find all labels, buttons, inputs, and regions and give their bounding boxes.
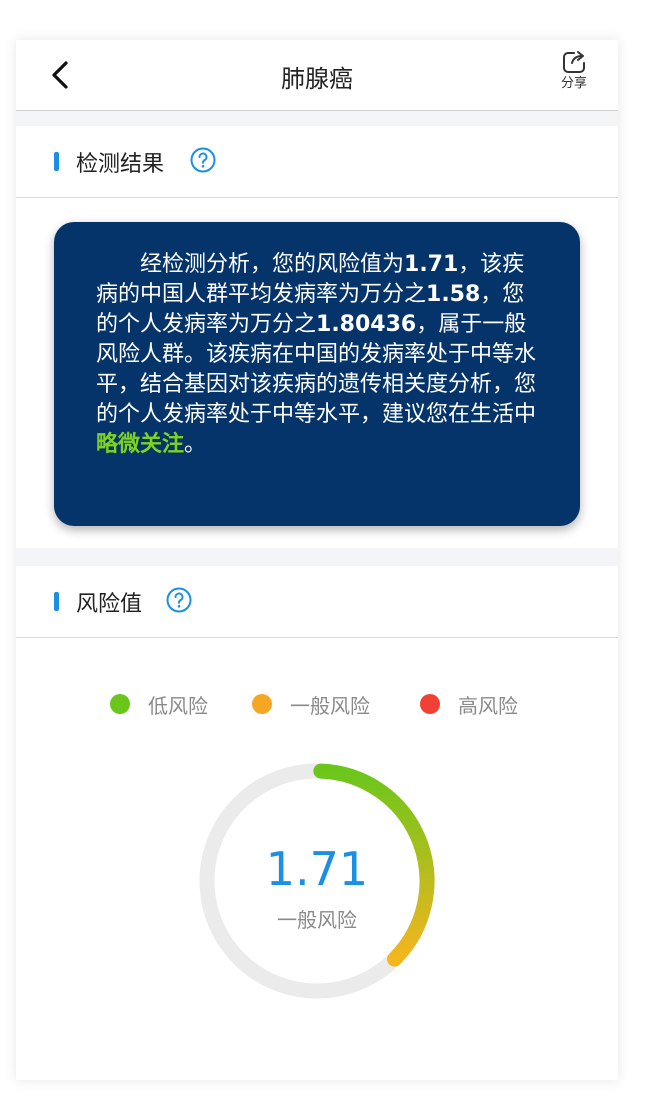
- share-button[interactable]: 分享: [554, 48, 594, 92]
- share-label: 分享: [560, 76, 587, 91]
- legend-dot-high: [420, 694, 440, 714]
- result-section-title: 检测结果: [76, 152, 165, 177]
- legend-dot-medium: [252, 694, 272, 714]
- risk-card: 风险值 低风险 一般风险 高风险 1.71 一般风险: [16, 566, 618, 1080]
- result-summary-box: 经检测分析，您的风险值为1.71，该疾病的中国人群平均发病率为万分之1.58，您…: [54, 222, 580, 526]
- legend-label-high: 高风险: [458, 694, 518, 718]
- share-icon: [563, 51, 585, 73]
- page-frame: 肺腺癌 分享 检测结果 经检测分析，您的风险值为1.71，该疾病的中国人群平均发…: [16, 40, 618, 1080]
- legend-label-low: 低风险: [148, 694, 208, 718]
- help-icon[interactable]: [166, 587, 192, 613]
- result-text-segment: 1.58: [426, 282, 481, 307]
- risk-legend: 低风险 一般风险 高风险: [16, 690, 618, 718]
- help-icon[interactable]: [190, 147, 216, 173]
- risk-value: 1.71: [265, 842, 369, 896]
- legend-label-medium: 一般风险: [290, 694, 370, 718]
- nav-header: 肺腺癌 分享: [16, 40, 618, 111]
- page-title: 肺腺癌: [281, 65, 353, 93]
- result-highlight-text: 略微关注: [96, 432, 185, 457]
- result-text-segment: 1.71: [404, 252, 459, 277]
- section-accent-bar: [54, 152, 59, 171]
- risk-section-title: 风险值: [76, 592, 143, 617]
- result-card: 检测结果 经检测分析，您的风险值为1.71，该疾病的中国人群平均发病率为万分之1…: [16, 126, 618, 548]
- risk-section-header: 风险值: [16, 566, 618, 638]
- risk-level-label: 一般风险: [277, 908, 357, 932]
- result-section-header: 检测结果: [16, 126, 618, 198]
- legend-dot-low: [110, 694, 130, 714]
- result-text-segment: 经检测分析，您的风险值为: [140, 252, 405, 277]
- result-text-segment: 1.80436: [316, 312, 417, 337]
- section-accent-bar: [54, 592, 59, 611]
- result-text-segment: 。: [184, 432, 207, 457]
